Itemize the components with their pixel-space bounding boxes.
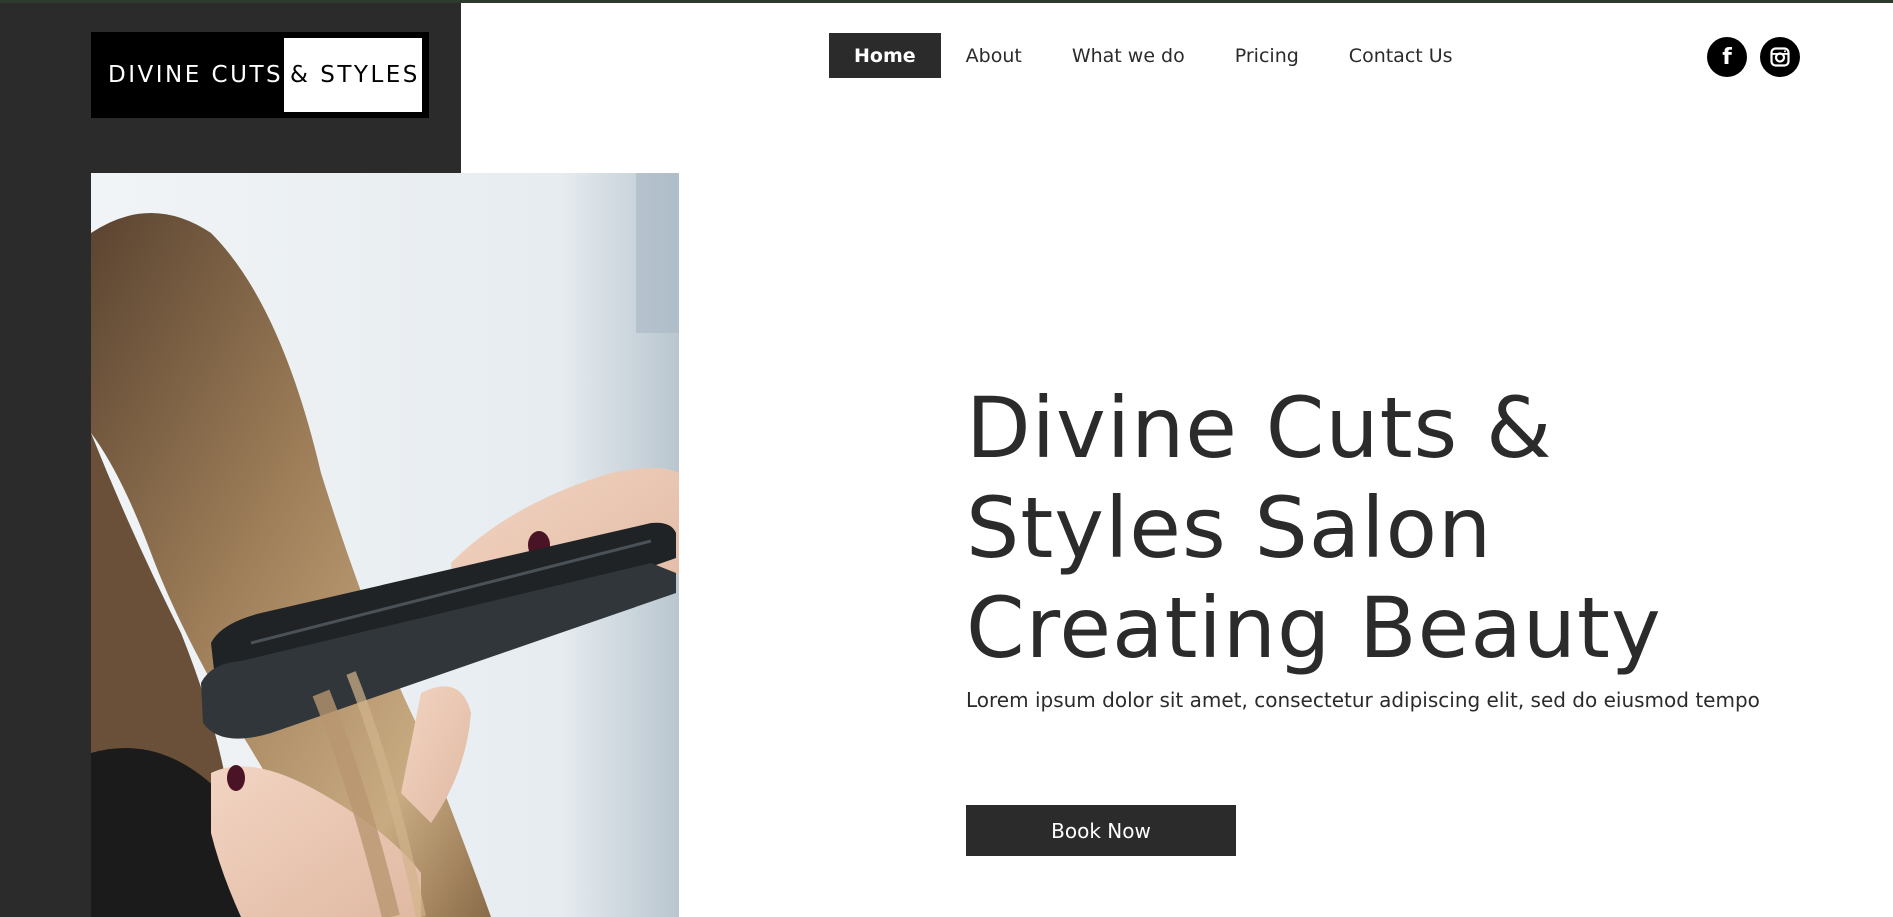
logo-text-primary: DIVINE CUTS [108,62,284,88]
hero-title: Divine Cuts & Styles Salon Creating Beau… [966,378,1662,678]
hero-subtitle: Lorem ipsum dolor sit amet, consectetur … [966,688,1760,712]
hero-title-line-2: Styles Salon [966,479,1493,577]
nav-item-pricing[interactable]: Pricing [1210,33,1324,78]
hero-image-hair-straightening [91,173,679,917]
instagram-glyph [1770,47,1790,67]
left-dark-strip [0,173,91,917]
nav-item-what-we-do[interactable]: What we do [1047,33,1210,78]
nav-item-about[interactable]: About [941,33,1047,78]
main-nav: Home About What we do Pricing Contact Us [829,33,1478,78]
hero-photo-illustration [91,173,679,917]
instagram-icon[interactable] [1760,37,1800,77]
hero-title-line-1: Divine Cuts & [966,379,1553,477]
book-now-button[interactable]: Book Now [966,805,1236,856]
logo-text-secondary: & STYLES [284,38,422,112]
nav-item-contact-us[interactable]: Contact Us [1324,33,1478,78]
nav-item-home[interactable]: Home [829,33,941,78]
facebook-icon[interactable]: f [1707,37,1747,77]
hero-title-line-3: Creating Beauty [966,579,1662,677]
facebook-glyph: f [1722,44,1732,70]
site-logo[interactable]: DIVINE CUTS & STYLES [91,32,429,118]
